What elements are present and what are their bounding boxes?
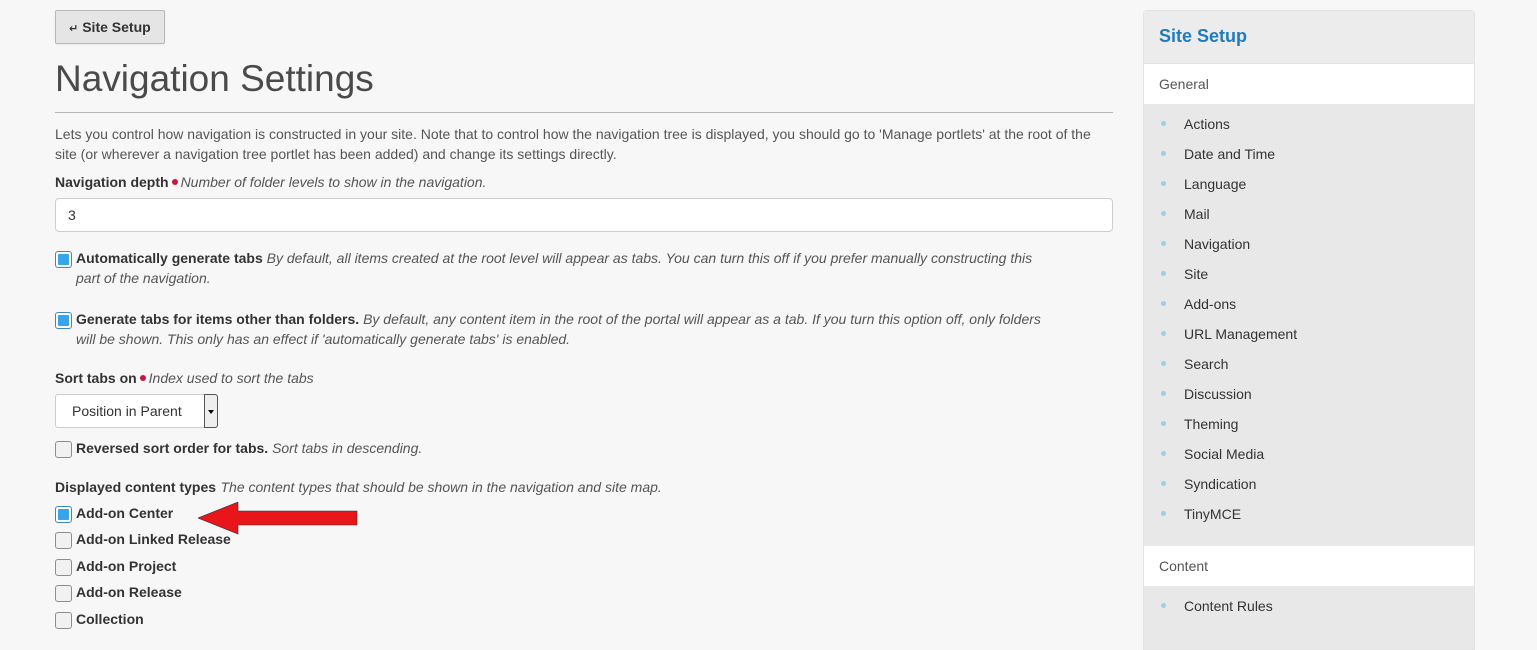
content-type-option: Add-on Project	[55, 556, 1055, 582]
content-type-checkbox[interactable]	[55, 585, 72, 602]
content-type-label: Collection	[76, 611, 144, 627]
content-type-label: Add-on Release	[76, 584, 182, 600]
content-types-label: Displayed content types	[55, 479, 217, 495]
portlet-section-content: Content	[1144, 546, 1474, 586]
main-content: ↵ Site Setup Navigation Settings Lets you…	[55, 10, 1113, 635]
site-setup-back-button[interactable]: ↵ Site Setup	[55, 10, 165, 44]
portlet-item-social-media[interactable]: Social Media	[1144, 444, 1474, 474]
portlet-item-mail[interactable]: Mail	[1144, 204, 1474, 234]
field-navigation-depth: Navigation depth Number of folder levels …	[55, 174, 1113, 232]
nonfolder-tabs-checkbox[interactable]	[55, 312, 72, 329]
content-type-option: Collection	[55, 609, 1055, 635]
navigation-depth-label: Navigation depth	[55, 174, 169, 190]
field-sort-tabs: Sort tabs on Index used to sort the tabs …	[55, 370, 1113, 428]
auto-generate-tabs-checkbox[interactable]	[55, 251, 72, 268]
content-type-checkbox[interactable]	[55, 559, 72, 576]
page-description: Lets you control how navigation is const…	[55, 126, 1091, 162]
content-types-help: The content types that should be shown i…	[220, 479, 662, 495]
required-marker	[171, 179, 178, 186]
general-items-list: Actions Date and Time Language Mail Navi…	[1144, 104, 1474, 546]
sort-tabs-help: Index used to sort the tabs	[148, 370, 314, 386]
field-reverse-sort: Reversed sort order for tabs. Sort tabs …	[55, 438, 1055, 458]
portlet-section-general: General	[1144, 64, 1474, 104]
chevron-down-icon[interactable]	[204, 394, 218, 428]
portlet-item-discussion[interactable]: Discussion	[1144, 384, 1474, 414]
sort-tabs-label: Sort tabs on	[55, 370, 137, 386]
portlet-title[interactable]: Site Setup	[1144, 11, 1474, 64]
auto-generate-tabs-label: Automatically generate tabs	[76, 250, 263, 266]
reverse-sort-checkbox[interactable]	[55, 441, 72, 458]
required-marker	[139, 375, 146, 382]
back-button-label: Site Setup	[82, 19, 151, 35]
portlet-item-search[interactable]: Search	[1144, 354, 1474, 384]
reverse-sort-help: Sort tabs in descending.	[272, 440, 423, 456]
field-auto-generate-tabs: Automatically generate tabs By default, …	[55, 248, 1055, 288]
site-setup-portlet: Site Setup General Actions Date and Time…	[1143, 10, 1475, 650]
portlet-item-tinymce[interactable]: TinyMCE	[1144, 504, 1474, 534]
portlet-item-site[interactable]: Site	[1144, 264, 1474, 294]
portlet-item-theming[interactable]: Theming	[1144, 414, 1474, 444]
navigation-depth-help: Number of folder levels to show in the n…	[180, 174, 487, 190]
red-arrow-annotation	[198, 502, 358, 535]
sort-tabs-select[interactable]: Position in Parent	[55, 394, 218, 428]
field-nonfolder-tabs: Generate tabs for items other than folde…	[55, 309, 1055, 349]
return-arrow-icon: ↵	[69, 23, 79, 35]
portlet-item-actions[interactable]: Actions	[1144, 114, 1474, 144]
portlet-item-date-and-time[interactable]: Date and Time	[1144, 144, 1474, 174]
field-content-types: Displayed content types The content type…	[55, 479, 1113, 497]
portlet-item-url-management[interactable]: URL Management	[1144, 324, 1474, 354]
portlet-item-navigation[interactable]: Navigation	[1144, 234, 1474, 264]
portlet-item-add-ons[interactable]: Add-ons	[1144, 294, 1474, 324]
portlet-item-language[interactable]: Language	[1144, 174, 1474, 204]
content-type-checkbox[interactable]	[55, 532, 72, 549]
content-type-checkbox[interactable]	[55, 612, 72, 629]
content-type-label: Add-on Project	[76, 558, 177, 574]
page-title: Navigation Settings	[55, 56, 1113, 113]
portlet-item-content-rules[interactable]: Content Rules	[1144, 596, 1474, 626]
content-type-option: Add-on Release	[55, 582, 1055, 609]
portlet-item-syndication[interactable]: Syndication	[1144, 474, 1474, 504]
sort-tabs-selected-value: Position in Parent	[72, 403, 182, 419]
content-type-label: Add-on Center	[76, 505, 174, 521]
reverse-sort-label: Reversed sort order for tabs.	[76, 440, 269, 456]
nonfolder-tabs-label: Generate tabs for items other than folde…	[76, 311, 360, 327]
content-type-checkbox[interactable]	[55, 506, 72, 523]
navigation-depth-input[interactable]: 3	[55, 198, 1113, 232]
content-items-list: Content Rules	[1144, 586, 1474, 638]
